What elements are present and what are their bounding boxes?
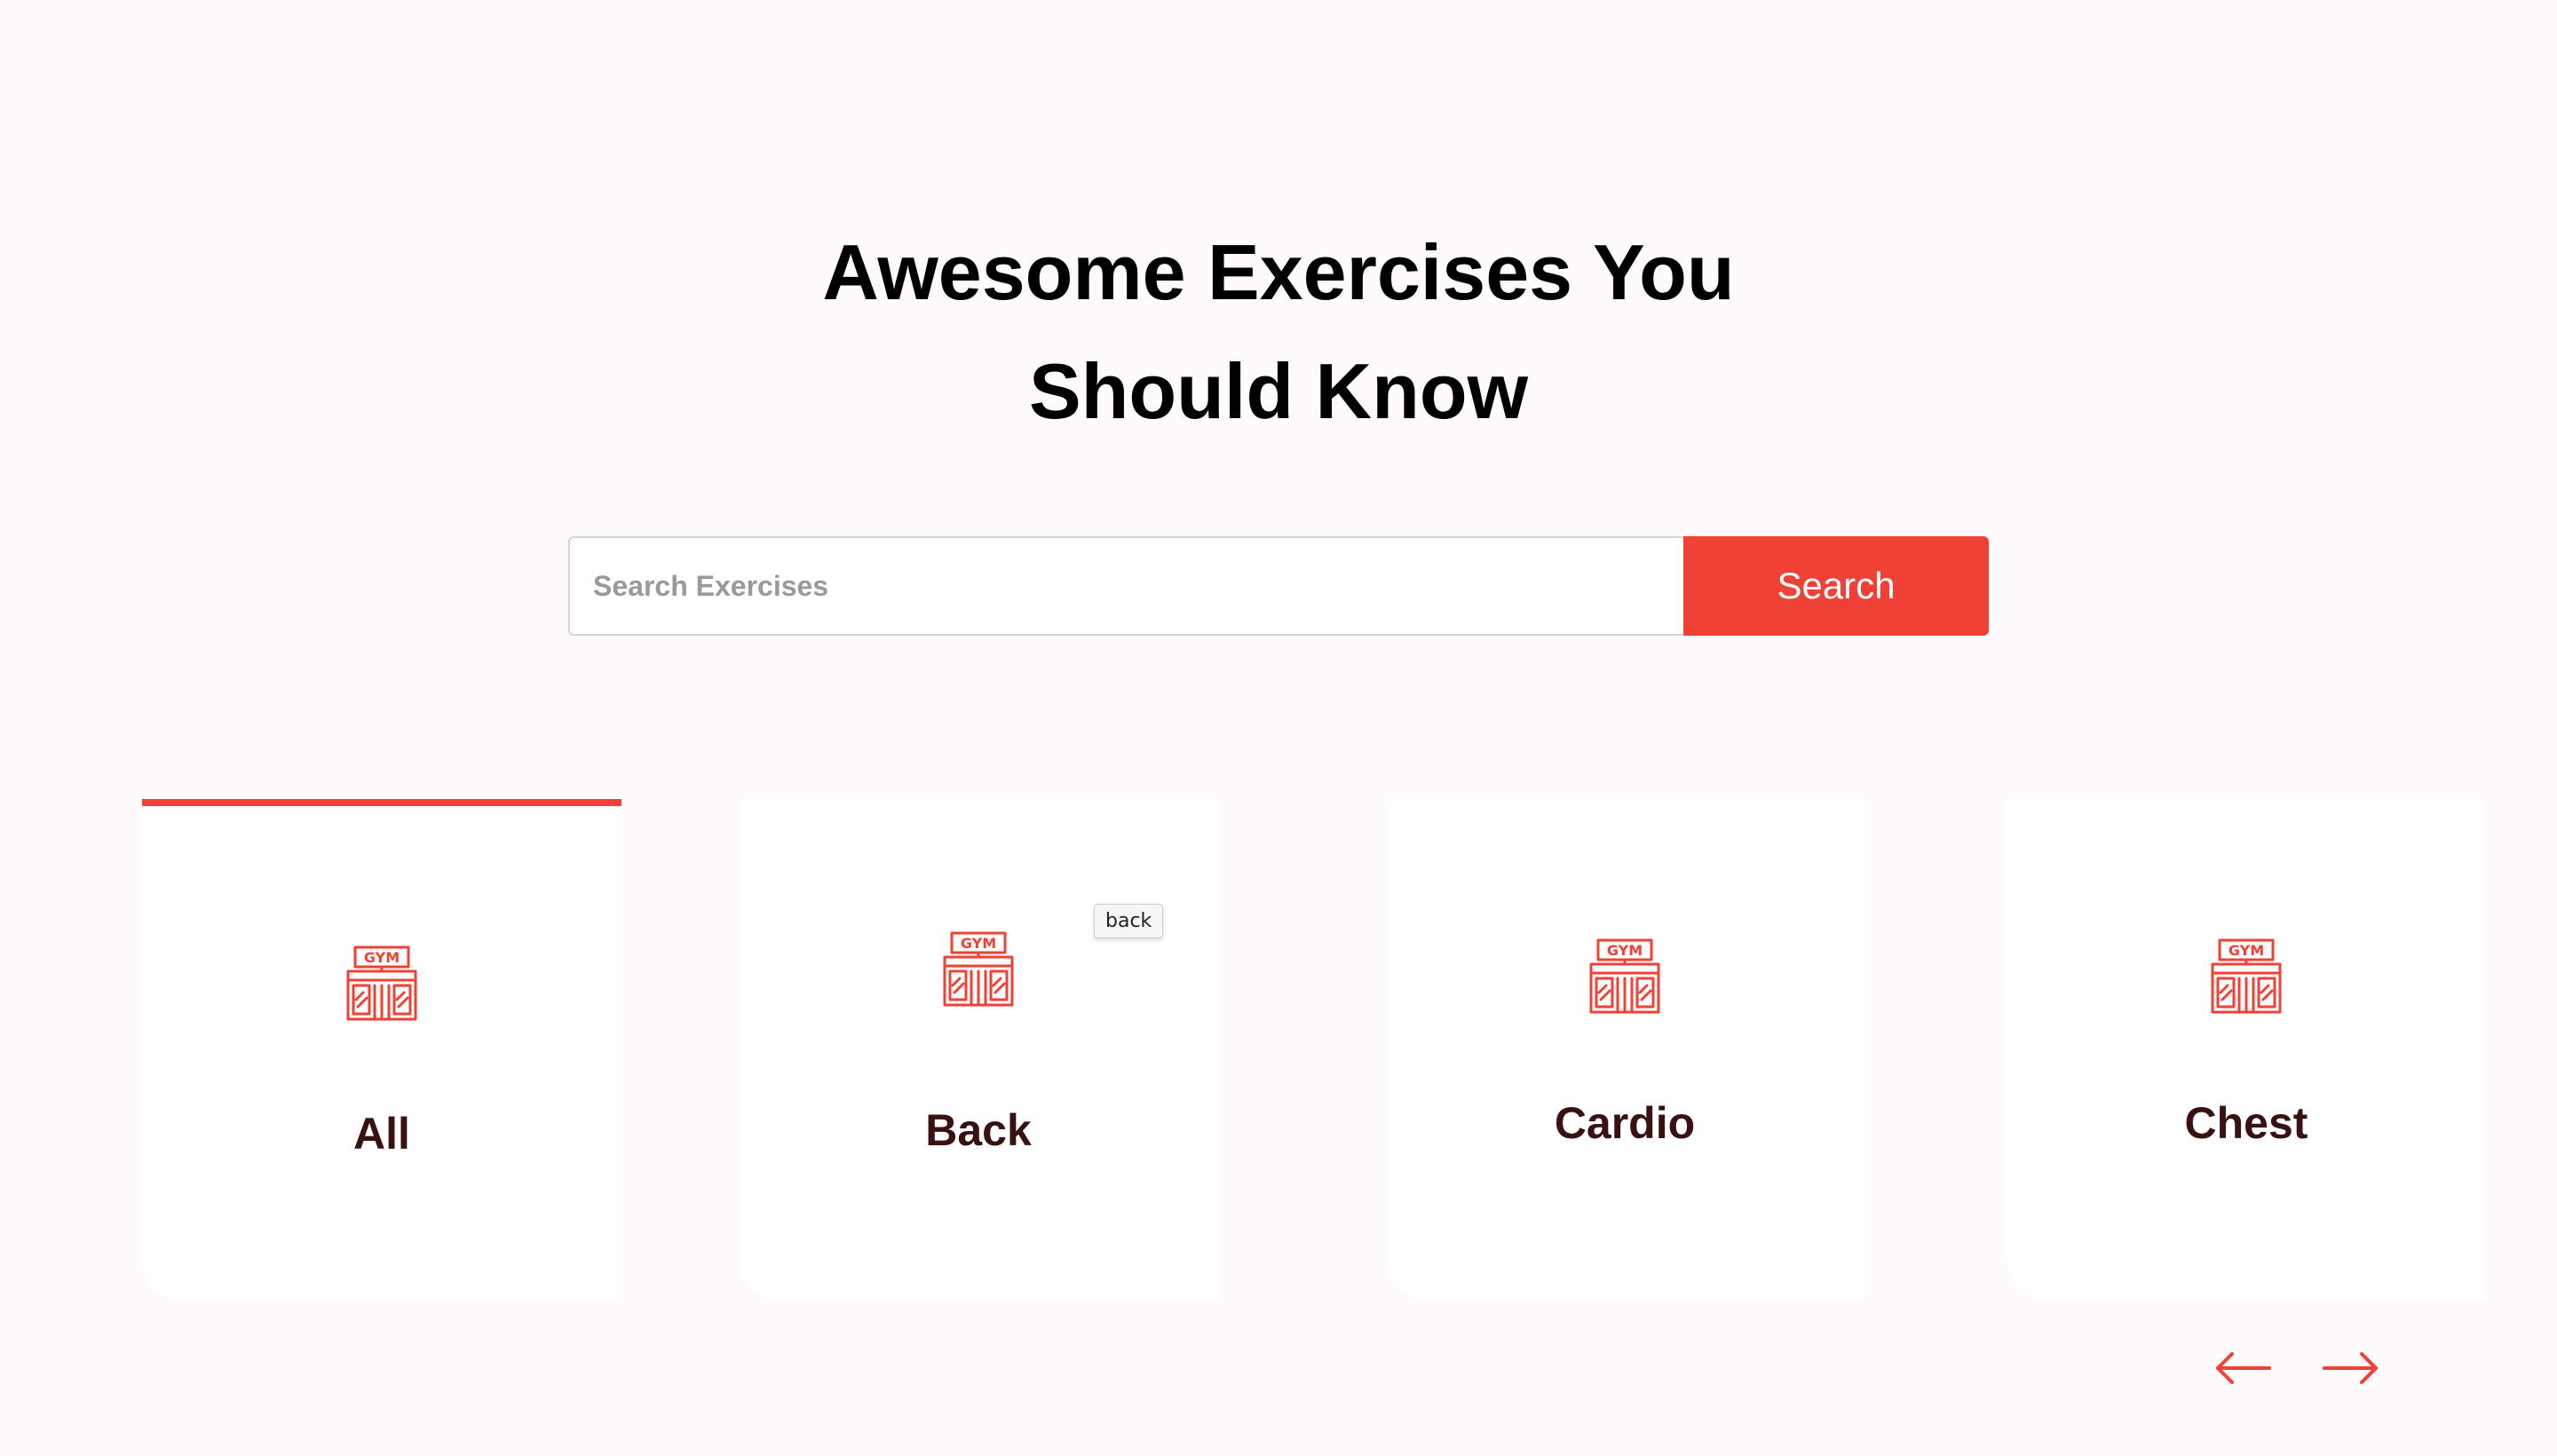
body-part-card-cardio[interactable]: Cardio bbox=[1385, 799, 1864, 1300]
body-part-label: Cardio bbox=[1554, 1098, 1696, 1148]
page-title: Awesome Exercises You Should Know bbox=[0, 213, 2557, 451]
search-input[interactable] bbox=[568, 536, 1683, 636]
search-bar: Search bbox=[568, 536, 1989, 636]
gym-icon bbox=[1589, 938, 1660, 1014]
body-part-label: Chest bbox=[2184, 1098, 2308, 1148]
body-part-label: All bbox=[353, 1109, 410, 1159]
gym-icon bbox=[346, 946, 417, 1021]
arrow-right-icon[interactable] bbox=[2319, 1341, 2381, 1396]
gym-icon bbox=[943, 931, 1014, 1007]
body-part-card-all[interactable]: All bbox=[142, 799, 621, 1300]
arrow-left-icon[interactable] bbox=[2213, 1341, 2275, 1396]
body-part-label: Back bbox=[925, 1105, 1032, 1155]
page-title-line-1: Awesome Exercises You bbox=[822, 228, 1735, 316]
body-part-card-chest[interactable]: Chest bbox=[2007, 799, 2486, 1300]
tooltip: back bbox=[1094, 904, 1164, 938]
page-title-line-2: Should Know bbox=[1028, 347, 1529, 435]
body-part-card-back[interactable]: Back bbox=[739, 799, 1218, 1300]
search-button[interactable]: Search bbox=[1683, 536, 1989, 636]
gym-icon bbox=[2211, 938, 2282, 1014]
